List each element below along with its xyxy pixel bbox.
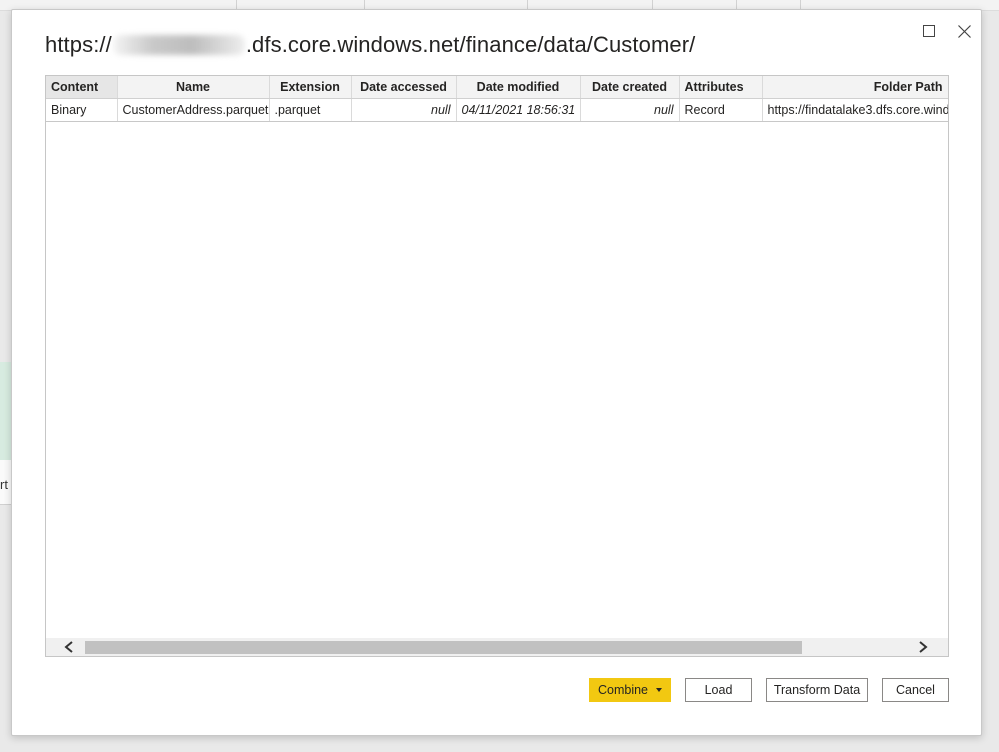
cell-name[interactable]: CustomerAddress.parquet <box>117 98 270 122</box>
close-icon <box>957 24 971 38</box>
scrollbar-thumb[interactable] <box>85 641 802 654</box>
column-header-content[interactable]: Content <box>46 76 118 99</box>
cancel-button[interactable]: Cancel <box>882 678 949 702</box>
navigator-dialog: https:// .dfs.core.windows.net/finance/d… <box>11 9 982 736</box>
column-header-date-created[interactable]: Date created <box>580 76 680 99</box>
title-prefix: https:// <box>45 32 112 57</box>
dialog-title: https:// .dfs.core.windows.net/finance/d… <box>45 32 695 58</box>
column-header-date-accessed[interactable]: Date accessed <box>351 76 457 99</box>
background-partial-text: rt <box>0 477 8 492</box>
combine-button[interactable]: Combine <box>589 678 671 702</box>
maximize-button[interactable] <box>916 18 942 44</box>
column-header-attributes[interactable]: Attributes <box>679 76 763 99</box>
title-suffix: .dfs.core.windows.net/finance/data/Custo… <box>245 32 696 57</box>
load-button[interactable]: Load <box>685 678 752 702</box>
column-header-name[interactable]: Name <box>117 76 270 99</box>
maximize-icon <box>923 25 935 37</box>
chevron-left-icon <box>64 641 73 653</box>
column-header-date-modified[interactable]: Date modified <box>456 76 581 99</box>
transform-data-button[interactable]: Transform Data <box>766 678 868 702</box>
column-header-folder-path[interactable]: Folder Path <box>762 76 948 99</box>
horizontal-scrollbar[interactable] <box>46 638 948 656</box>
close-button[interactable] <box>951 18 977 44</box>
file-list-table: Content Name Extension Date accessed Dat… <box>45 75 949 657</box>
data-grid: Content Name Extension Date accessed Dat… <box>46 76 948 122</box>
combine-label: Combine <box>597 683 649 697</box>
chevron-right-icon <box>919 641 928 653</box>
cell-date-created[interactable]: null <box>580 98 680 122</box>
table-row[interactable]: Binary CustomerAddress.parquet .parquet … <box>46 98 948 122</box>
cell-attributes[interactable]: Record <box>679 98 763 122</box>
cell-folder-path[interactable]: https://findatalake3.dfs.core.windows.ne… <box>762 98 948 122</box>
cell-extension[interactable]: .parquet <box>269 98 352 122</box>
scroll-right-button[interactable] <box>912 638 934 656</box>
cell-date-modified[interactable]: 04/11/2021 18:56:31 <box>456 98 581 122</box>
header-row: Content Name Extension Date accessed Dat… <box>46 76 948 99</box>
cell-content[interactable]: Binary <box>46 98 118 122</box>
scroll-left-button[interactable] <box>58 638 80 656</box>
redacted-storage-account <box>112 35 245 55</box>
caret-down-icon <box>656 688 663 692</box>
cell-date-accessed[interactable]: null <box>351 98 457 122</box>
column-header-extension[interactable]: Extension <box>269 76 352 99</box>
